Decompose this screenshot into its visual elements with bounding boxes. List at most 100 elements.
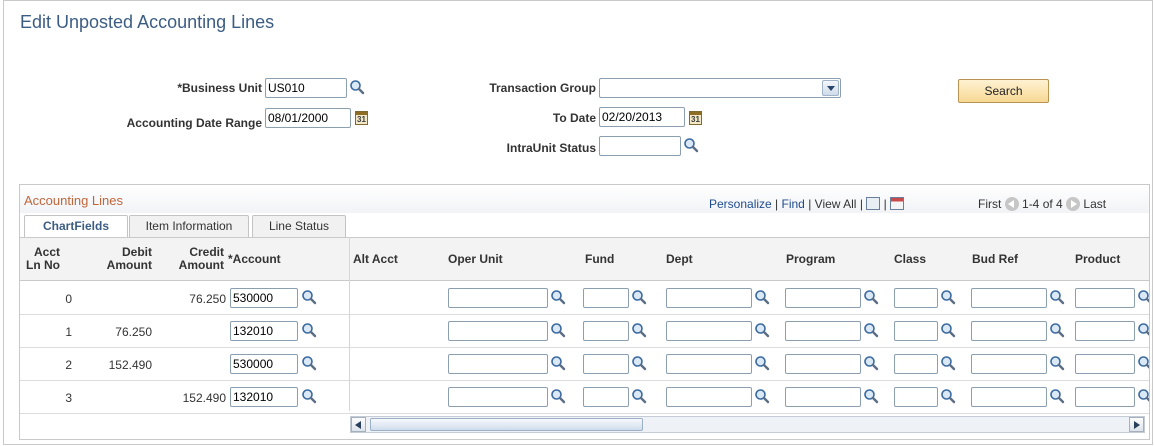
class-field[interactable] [894,354,938,374]
to-date-field[interactable] [599,107,685,127]
scroll-right-icon[interactable] [1129,417,1144,432]
dept-field[interactable] [666,354,752,374]
magnifier-icon[interactable] [550,355,566,371]
search-button[interactable]: Search [958,79,1049,103]
account-field[interactable] [230,321,298,341]
scroll-thumb[interactable] [370,418,643,431]
business-unit-field[interactable] [265,78,347,98]
magnifier-icon[interactable] [550,289,566,305]
tab-line-status[interactable]: Line Status [252,215,346,238]
previous-icon[interactable] [1004,197,1019,211]
separator: | [859,197,863,211]
magnifier-icon[interactable] [550,322,566,338]
magnifier-icon[interactable] [631,355,647,371]
table-row: 3 152.490 [20,381,1149,414]
col-product: Product [1075,252,1121,266]
magnifier-icon[interactable] [754,355,770,371]
magnifier-icon[interactable] [1049,289,1065,305]
transaction-group-select[interactable] [599,78,841,98]
first-link[interactable]: First [978,197,1001,211]
bud-ref-field[interactable] [971,321,1047,341]
magnifier-icon[interactable] [940,355,956,371]
magnifier-icon[interactable] [863,355,879,371]
magnifier-icon[interactable] [754,322,770,338]
magnifier-icon[interactable] [940,289,956,305]
magnifier-icon[interactable] [1137,289,1149,305]
magnifier-icon[interactable] [301,355,317,371]
view-all-link[interactable]: View All [815,197,857,211]
magnifier-icon[interactable] [683,137,699,153]
tab-chartfields[interactable]: ChartFields [24,215,128,239]
magnifier-icon[interactable] [349,79,365,95]
magnifier-icon[interactable] [863,322,879,338]
magnifier-icon[interactable] [631,289,647,305]
chevron-down-icon[interactable] [822,80,839,96]
zoom-icon[interactable] [866,197,881,210]
account-field[interactable] [230,288,298,308]
horizontal-scrollbar[interactable] [350,416,1145,433]
dept-field[interactable] [666,387,752,407]
calendar-icon[interactable] [689,111,702,125]
fund-field[interactable] [583,387,629,407]
magnifier-icon[interactable] [863,289,879,305]
bud-ref-field[interactable] [971,354,1047,374]
magnifier-icon[interactable] [863,388,879,404]
find-link[interactable]: Find [782,197,805,211]
calendar-icon[interactable] [355,111,368,125]
row-range: 1-4 of 4 [1022,197,1063,211]
oper-unit-field[interactable] [448,387,548,407]
tab-item-information[interactable]: Item Information [129,215,249,238]
bud-ref-field[interactable] [971,288,1047,308]
magnifier-icon[interactable] [754,388,770,404]
class-field[interactable] [894,321,938,341]
magnifier-icon[interactable] [1137,355,1149,371]
magnifier-icon[interactable] [1049,322,1065,338]
col-fund: Fund [585,252,615,266]
magnifier-icon[interactable] [1137,322,1149,338]
magnifier-icon[interactable] [754,289,770,305]
magnifier-icon[interactable] [550,388,566,404]
transaction-group-label: Transaction Group [489,81,596,95]
accounting-date-from-field[interactable] [265,108,351,128]
class-field[interactable] [894,387,938,407]
account-field[interactable] [230,387,298,407]
col-class: Class [894,252,927,266]
fund-field[interactable] [583,288,629,308]
magnifier-icon[interactable] [301,388,317,404]
last-link[interactable]: Last [1083,197,1106,211]
magnifier-icon[interactable] [1049,355,1065,371]
product-field[interactable] [1075,288,1135,308]
product-field[interactable] [1075,387,1135,407]
magnifier-icon[interactable] [940,322,956,338]
account-field[interactable] [230,354,298,374]
oper-unit-field[interactable] [448,354,548,374]
program-field[interactable] [785,354,861,374]
bud-ref-field[interactable] [971,387,1047,407]
magnifier-icon[interactable] [940,388,956,404]
magnifier-icon[interactable] [631,388,647,404]
table-row: 0 76.250 [20,282,1149,315]
dept-field[interactable] [666,288,752,308]
debit-amount: 76.250 [115,325,152,339]
oper-unit-field[interactable] [448,288,548,308]
scroll-left-icon[interactable] [351,417,366,432]
magnifier-icon[interactable] [301,289,317,305]
program-field[interactable] [785,288,861,308]
product-field[interactable] [1075,354,1135,374]
magnifier-icon[interactable] [631,322,647,338]
magnifier-icon[interactable] [301,322,317,338]
magnifier-icon[interactable] [1049,388,1065,404]
intraunit-status-field[interactable] [599,136,681,156]
spreadsheet-icon[interactable] [890,197,905,210]
next-icon[interactable] [1066,197,1081,211]
class-field[interactable] [894,288,938,308]
program-field[interactable] [785,387,861,407]
program-field[interactable] [785,321,861,341]
dept-field[interactable] [666,321,752,341]
fund-field[interactable] [583,354,629,374]
product-field[interactable] [1075,321,1135,341]
magnifier-icon[interactable] [1137,388,1149,404]
oper-unit-field[interactable] [448,321,548,341]
personalize-link[interactable]: Personalize [709,197,772,211]
fund-field[interactable] [583,321,629,341]
